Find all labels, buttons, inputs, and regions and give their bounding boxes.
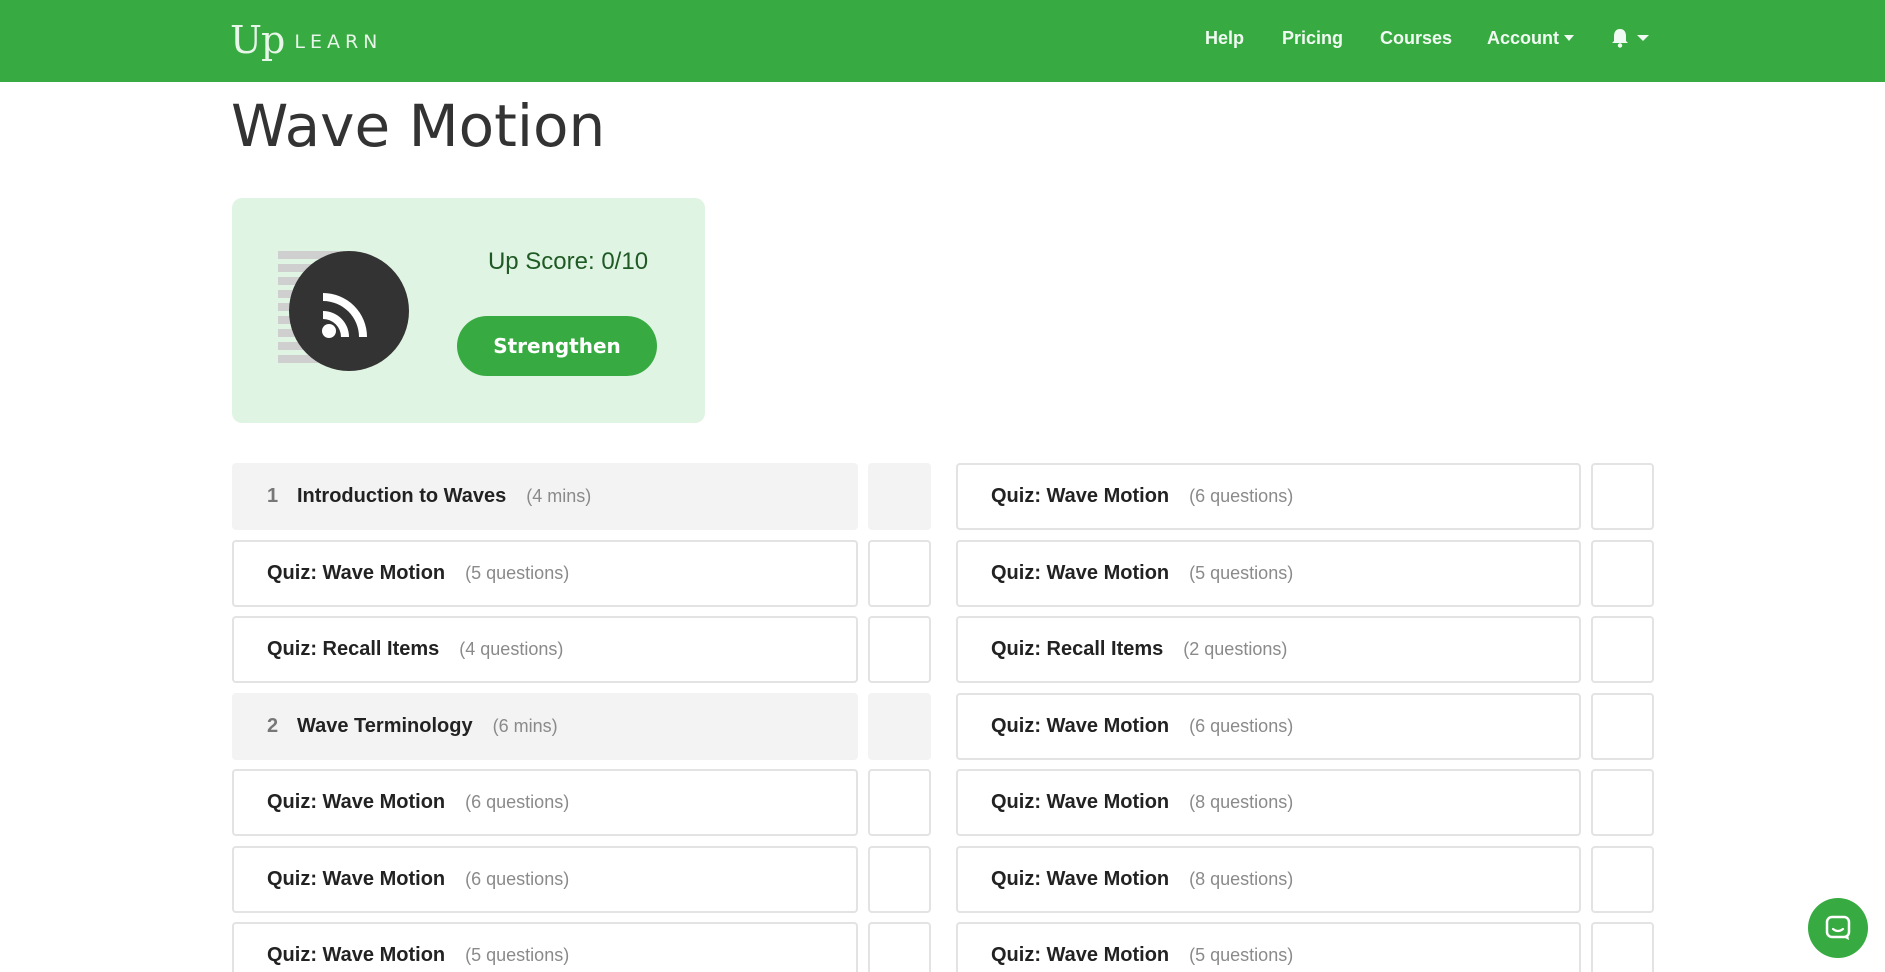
quiz-question-count: (6 questions) [465, 792, 570, 812]
quiz-question-count: (8 questions) [1189, 869, 1294, 889]
lesson-number: 1 [267, 485, 279, 507]
top-navbar: Up LEARN Help Pricing Courses Account [0, 0, 1885, 82]
quiz-item[interactable]: Quiz: Recall Items (2 questions) [956, 616, 1581, 683]
quiz-status-box [1591, 693, 1654, 760]
rss-icon [289, 251, 409, 371]
quiz-title: Quiz: Wave Motion [991, 485, 1170, 507]
quiz-title: Quiz: Wave Motion [991, 791, 1170, 813]
quiz-status-box [1591, 846, 1654, 913]
quiz-title: Quiz: Wave Motion [991, 868, 1170, 890]
quiz-question-count: (4 questions) [459, 639, 564, 659]
quiz-status-box [868, 540, 931, 607]
quiz-status-box [868, 922, 931, 972]
lesson-number: 2 [267, 715, 279, 737]
quiz-item[interactable]: Quiz: Wave Motion (6 questions) [956, 463, 1581, 530]
quiz-status-box [868, 846, 931, 913]
strengthen-button[interactable]: Strengthen [457, 316, 657, 376]
quiz-item[interactable]: Quiz: Wave Motion (8 questions) [956, 846, 1581, 913]
quiz-item[interactable]: Quiz: Wave Motion (6 questions) [956, 693, 1581, 760]
quiz-item[interactable]: Quiz: Recall Items (4 questions) [232, 616, 858, 683]
lesson-title: Introduction to Waves [297, 485, 507, 507]
lesson-status-box [868, 463, 931, 530]
lesson-item[interactable]: 1 Introduction to Waves (4 mins) [232, 463, 858, 530]
chat-launcher-button[interactable] [1808, 898, 1868, 958]
quiz-status-box [1591, 540, 1654, 607]
lesson-item[interactable]: 2 Wave Terminology (6 mins) [232, 693, 858, 760]
quiz-item[interactable]: Quiz: Wave Motion (5 questions) [232, 540, 858, 607]
page-title: Wave Motion [231, 92, 606, 160]
nav-courses-link[interactable]: Courses [1380, 0, 1452, 76]
nav-account-dropdown[interactable]: Account [1487, 0, 1574, 76]
notifications-dropdown[interactable] [1611, 24, 1649, 52]
quiz-question-count: (5 questions) [465, 945, 570, 965]
chevron-down-icon [1637, 35, 1649, 41]
quiz-item[interactable]: Quiz: Wave Motion (5 questions) [956, 922, 1581, 972]
quiz-status-box [868, 616, 931, 683]
quiz-title: Quiz: Wave Motion [991, 562, 1170, 584]
quiz-item[interactable]: Quiz: Wave Motion (8 questions) [956, 769, 1581, 836]
quiz-question-count: (6 questions) [1189, 716, 1294, 736]
quiz-title: Quiz: Recall Items [267, 638, 440, 660]
uplearn-logo[interactable]: Up LEARN [230, 12, 382, 62]
quiz-item[interactable]: Quiz: Wave Motion (5 questions) [232, 922, 858, 972]
nav-help-link[interactable]: Help [1205, 0, 1244, 76]
up-score-card: Up Score: 0/10 Strengthen [232, 198, 705, 423]
quiz-status-box [1591, 616, 1654, 683]
quiz-status-box [868, 769, 931, 836]
quiz-question-count: (6 questions) [465, 869, 570, 889]
quiz-title: Quiz: Wave Motion [991, 944, 1170, 966]
quiz-question-count: (2 questions) [1183, 639, 1288, 659]
quiz-status-box [1591, 463, 1654, 530]
logo-learn-text: LEARN [294, 31, 383, 53]
quiz-title: Quiz: Wave Motion [267, 562, 446, 584]
quiz-question-count: (5 questions) [465, 563, 570, 583]
nav-pricing-link[interactable]: Pricing [1282, 0, 1343, 76]
quiz-question-count: (5 questions) [1189, 945, 1294, 965]
quiz-status-box [1591, 769, 1654, 836]
quiz-item[interactable]: Quiz: Wave Motion (6 questions) [232, 769, 858, 836]
quiz-item[interactable]: Quiz: Wave Motion (5 questions) [956, 540, 1581, 607]
chevron-down-icon [1564, 35, 1574, 41]
quiz-question-count: (8 questions) [1189, 792, 1294, 812]
quiz-title: Quiz: Wave Motion [267, 944, 446, 966]
logo-up-text: Up [230, 18, 285, 62]
quiz-title: Quiz: Recall Items [991, 638, 1164, 660]
quiz-question-count: (5 questions) [1189, 563, 1294, 583]
lesson-title: Wave Terminology [297, 715, 473, 737]
quiz-title: Quiz: Wave Motion [991, 715, 1170, 737]
lesson-duration: (4 mins) [526, 486, 592, 506]
quiz-question-count: (6 questions) [1189, 486, 1294, 506]
bell-icon [1612, 29, 1628, 48]
quiz-title: Quiz: Wave Motion [267, 791, 446, 813]
up-score-label: Up Score: 0/10 [487, 248, 649, 275]
quiz-title: Quiz: Wave Motion [267, 868, 446, 890]
nav-account-label: Account [1487, 27, 1559, 48]
chat-icon [1825, 915, 1851, 940]
lesson-duration: (6 mins) [492, 716, 558, 736]
quiz-status-box [1591, 922, 1654, 972]
quiz-item[interactable]: Quiz: Wave Motion (6 questions) [232, 846, 858, 913]
lesson-status-box [868, 693, 931, 760]
